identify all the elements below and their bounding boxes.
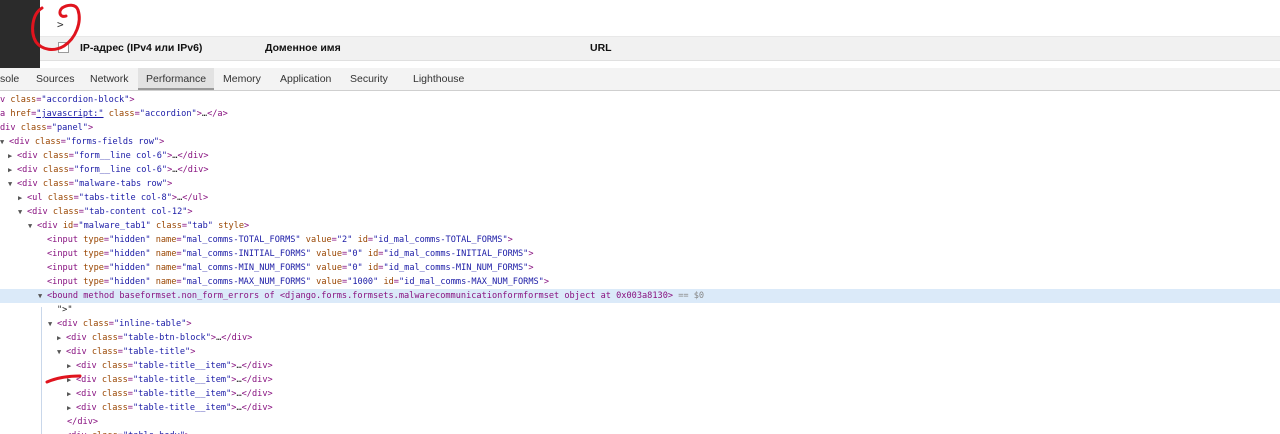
table-header-row: IP-адрес (IPv4 или IPv6) Доменное имя UR… <box>40 36 1280 61</box>
dom-node-table-title-item-2[interactable]: ▶ <div class="table-title__item">…</div> <box>0 373 1280 387</box>
devtools-tab-bar: sole Sources Network Performance Memory … <box>0 68 1280 91</box>
dom-node-accordion-block[interactable]: v class="accordion-block"> <box>0 93 1280 107</box>
dom-node-table-title-close[interactable]: </div> <box>0 415 1280 429</box>
dom-node-table-btn-block[interactable]: ▶ <div class="table-btn-block">…</div> <box>0 331 1280 345</box>
tab-sources[interactable]: Sources <box>36 68 75 90</box>
dom-text-node-gt[interactable]: ">" <box>0 303 1280 317</box>
dom-node-table-title-item-1[interactable]: ▶ <div class="table-title__item">…</div> <box>0 359 1280 373</box>
dom-node-table-body[interactable]: ▼<div class="table-body"> <box>0 429 1280 434</box>
dom-node-panel[interactable]: div class="panel"> <box>0 121 1280 135</box>
dom-node-input-min-num-forms[interactable]: <input type="hidden" name="mal_comms-MIN… <box>0 261 1280 275</box>
column-header-domain: Доменное имя <box>265 42 341 54</box>
tab-security[interactable]: Security <box>350 68 388 90</box>
tab-performance[interactable]: Performance <box>138 68 215 90</box>
column-header-ip: IP-адрес (IPv4 или IPv6) <box>80 42 203 54</box>
dom-node-malware-tabs[interactable]: ▼ <div class="malware-tabs row"> <box>0 177 1280 191</box>
stray-gt-text: > <box>57 18 64 31</box>
dom-node-tab-content[interactable]: ▼ <div class="tab-content col-12"> <box>0 205 1280 219</box>
page-preview: > IP-адрес (IPv4 или IPv6) Доменное имя … <box>0 0 1280 68</box>
devtools-panel: sole Sources Network Performance Memory … <box>0 68 1280 434</box>
dark-sidebar-strip <box>0 0 40 68</box>
dom-node-accordion-link[interactable]: a href="javascript:" class="accordion">…… <box>0 107 1280 121</box>
dom-node-inline-table[interactable]: ▼ <div class="inline-table"> <box>0 317 1280 331</box>
dom-node-forms-fields[interactable]: ▼ <div class="forms-fields row"> <box>0 135 1280 149</box>
tab-application[interactable]: Application <box>280 68 331 90</box>
dom-node-table-title-item-3[interactable]: ▶ <div class="table-title__item">…</div> <box>0 387 1280 401</box>
select-all-checkbox[interactable] <box>58 42 69 53</box>
tab-memory[interactable]: Memory <box>223 68 261 90</box>
tab-network[interactable]: Network <box>90 68 129 90</box>
column-header-url: URL <box>590 42 612 54</box>
dom-node-input-total-forms[interactable]: <input type="hidden" name="mal_comms-TOT… <box>0 233 1280 247</box>
dom-node-malware-tab1[interactable]: ▼ <div id="malware_tab1" class="tab" styl… <box>0 219 1280 233</box>
dom-node-tabs-title[interactable]: ▶ <ul class="tabs-title col-8">…</ul> <box>0 191 1280 205</box>
dom-node-table-title[interactable]: ▼ <div class="table-title"> <box>0 345 1280 359</box>
dom-node-form-line-2[interactable]: ▶ <div class="form__line col-6">…</div> <box>0 163 1280 177</box>
dom-node-form-line-1[interactable]: ▶ <div class="form__line col-6">…</div> <box>0 149 1280 163</box>
tab-console[interactable]: sole <box>0 68 19 90</box>
elements-dom-tree: v class="accordion-block"> a href="javas… <box>0 92 1280 434</box>
dom-node-input-max-num-forms[interactable]: <input type="hidden" name="mal_comms-MAX… <box>0 275 1280 289</box>
tab-lighthouse[interactable]: Lighthouse <box>413 68 464 90</box>
dom-node-input-initial-forms[interactable]: <input type="hidden" name="mal_comms-INI… <box>0 247 1280 261</box>
dom-node-bound-method-selected[interactable]: ▼ <bound method baseformset.non_form_erro… <box>0 289 1280 303</box>
dom-node-table-title-item-4[interactable]: ▶ <div class="table-title__item">…</div> <box>0 401 1280 415</box>
